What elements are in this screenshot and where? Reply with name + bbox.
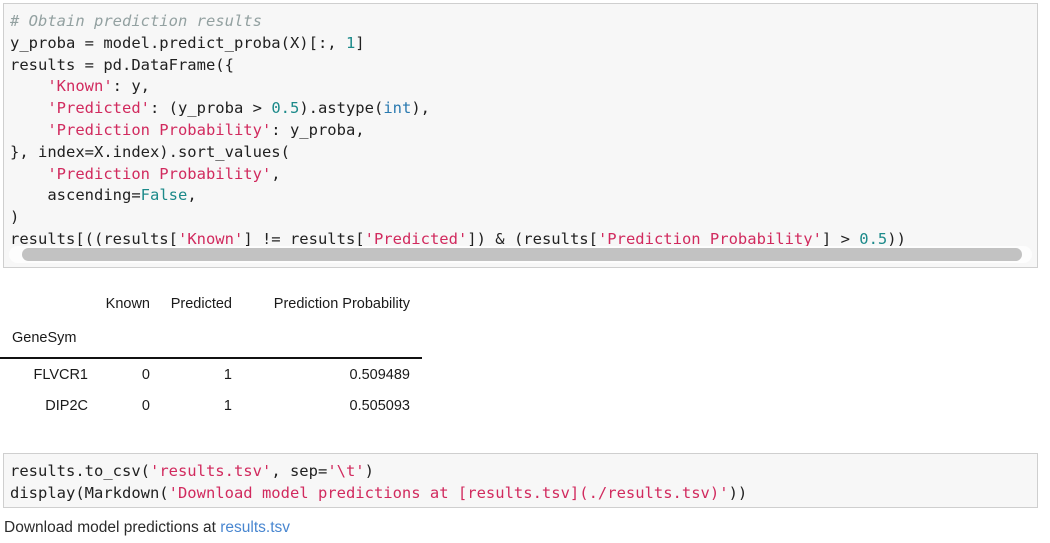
code-token-plain: y_proba = model.predict_proba(X)[:, [10,33,346,52]
code-token-string: 'Prediction Probability' [47,164,272,183]
table-index-name-row: GeneSym [0,320,422,358]
table-head: Known Predicted Prediction Probability G… [0,288,422,358]
code-token-builtin: int [383,99,412,118]
index-row-spacer-2 [160,320,250,358]
cell-predicted: 1 [223,398,232,414]
notebook-container: # Obtain prediction results y_proba = mo… [0,0,1050,543]
code-text-prediction-results: # Obtain prediction results y_proba = mo… [10,11,1037,251]
results-table: Known Predicted Prediction Probability G… [0,288,422,422]
results-tsv-download-link[interactable]: results.tsv [220,519,290,536]
code-token-string: 'results.tsv' [149,462,272,480]
code-token-number: 1 [345,33,356,52]
table-body: FLVCR1 0 1 0.509489 DIP2C 0 1 0.505093 [0,358,422,422]
cell-predicted: 1 [223,366,232,383]
code-token-plain: , sep= [271,462,328,480]
code-token-string: 'Prediction Probability' [47,120,272,139]
scrollbar-thumb[interactable] [22,248,1022,261]
code-token-plain: , [271,164,281,183]
code-token-string: '\t' [327,462,365,480]
code-token-string: 'Known' [47,77,113,96]
code-token-number: 0.5 [271,99,300,118]
row-index-label: FLVCR1 [33,366,88,383]
cell-prediction-probability: 0.505093 [349,398,410,414]
code-token-plain: ] [355,33,365,52]
code-scroll-area[interactable]: # Obtain prediction results y_proba = mo… [4,4,1037,267]
cell-known: 0 [141,398,150,414]
index-row-spacer-1 [92,320,160,358]
table-row: DIP2C 0 1 0.505093 [0,390,422,422]
row-index-label: DIP2C [45,398,88,414]
code-token-plain: display(Markdown( [10,483,169,502]
code-token-plain: ), [411,99,430,118]
code-token-plain: : y, [112,77,150,96]
markdown-output-text: Download model predictions at [4,519,221,536]
code-token-comment: # Obtain prediction results [10,12,262,30]
index-row-spacer-3 [250,320,422,358]
markdown-output: Download model predictions at results.ts… [4,518,290,538]
code-token-plain: results = pd.DataFrame({ [10,55,234,74]
code-token-plain: ) [10,208,20,227]
table-row: FLVCR1 0 1 0.509489 [0,358,422,390]
column-header-predicted: Predicted [170,296,232,312]
code-token-string: 'Predicted' [47,99,150,118]
cell-prediction-probability: 0.509489 [349,366,410,383]
code-token-plain: ) [364,462,374,480]
code-token-plain: }, index=X.index).sort_values( [10,142,290,161]
code-token-string: 'Download model predictions at [results.… [168,483,729,502]
code-token-plain: results.to_csv( [10,462,150,480]
code-token-keyword: False [140,186,188,205]
code-token-plain: : y_proba, [271,120,365,139]
code-cell-prediction-results[interactable]: # Obtain prediction results y_proba = mo… [3,3,1038,268]
code-scroll-area-bottom[interactable]: results.to_csv('results.tsv', sep='\t') … [4,454,1037,507]
code-token-plain: )) [728,483,748,502]
index-name-label: GeneSym [12,330,77,346]
code-token-plain: ascending= [10,186,141,205]
code-text-save-results: results.to_csv('results.tsv', sep='\t') … [10,461,1037,504]
column-header-known: Known [105,296,150,312]
code-token-plain: : (y_proba > [149,99,272,118]
dataframe-output: Known Predicted Prediction Probability G… [0,288,430,422]
index-header-blank [0,288,92,320]
table-header-row: Known Predicted Prediction Probability [0,288,422,320]
column-header-prediction-probability: Prediction Probability [273,296,410,312]
code-token-plain: ).astype( [299,99,384,118]
code-cell-save-results[interactable]: results.to_csv('results.tsv', sep='\t') … [3,453,1038,508]
horizontal-scrollbar[interactable] [9,246,1032,263]
cell-known: 0 [141,366,150,383]
code-token-plain: , [187,186,197,205]
